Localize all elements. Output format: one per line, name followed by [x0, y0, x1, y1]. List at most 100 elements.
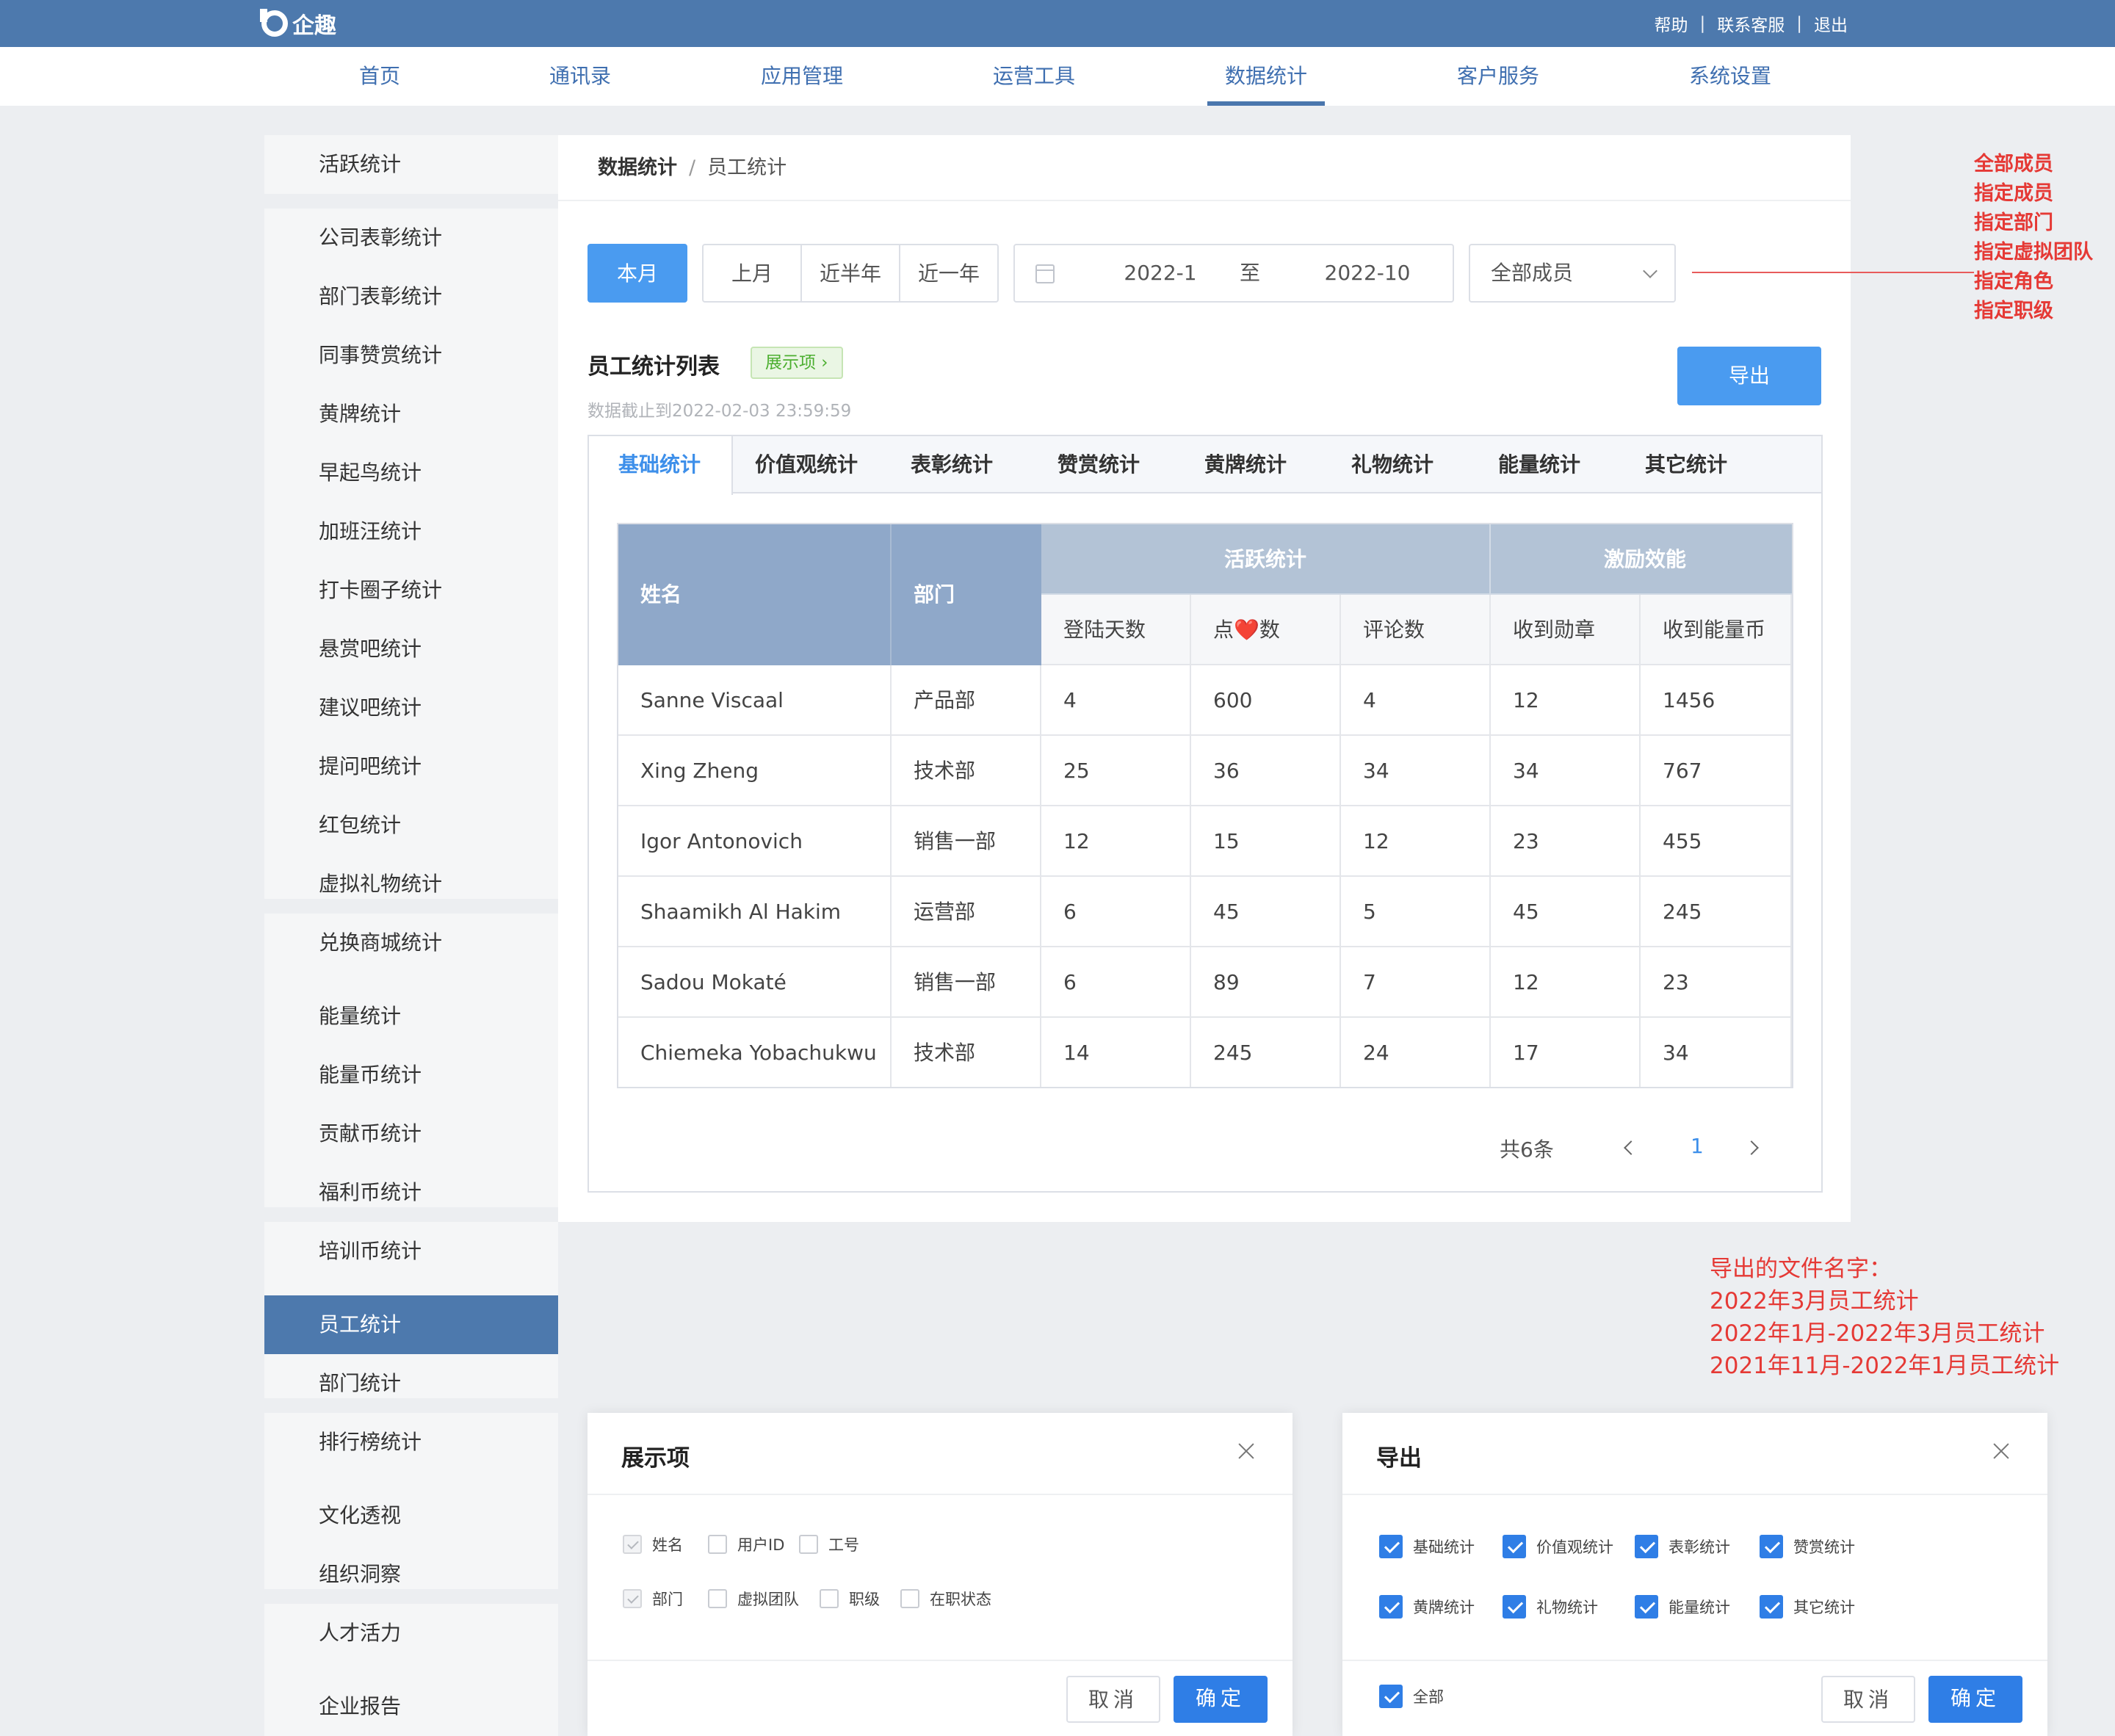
checkbox[interactable] [820, 1589, 839, 1608]
chevron-right-icon[interactable] [1744, 1140, 1759, 1155]
sidebar-item-org-insight[interactable]: 组织洞察 [264, 1545, 558, 1604]
option-employment-status[interactable]: 在职状态 [900, 1588, 991, 1610]
checkbox-checked[interactable] [1503, 1535, 1526, 1558]
range-start-value[interactable]: 2022-1 [1109, 245, 1212, 301]
sidebar-item-employee-stats[interactable]: 员工统计 [264, 1295, 558, 1354]
tab-yellow-card-stats[interactable]: 黄牌统计 [1204, 436, 1287, 493]
option-virtual-team[interactable]: 虚拟团队 [708, 1588, 799, 1610]
nav-item-app-management[interactable]: 应用管理 [756, 47, 847, 106]
checkbox-checked[interactable] [1503, 1595, 1526, 1619]
nav-item-home[interactable]: 首页 [345, 47, 414, 106]
sidebar-item-energy[interactable]: 能量统计 [264, 987, 558, 1046]
pagination-current-page[interactable]: 1 [1691, 1134, 1704, 1158]
breadcrumb-parent[interactable]: 数据统计 [598, 156, 677, 179]
logo-icon [260, 9, 288, 37]
sidebar-item-redeem-mall[interactable]: 兑换商城统计 [264, 914, 558, 972]
checkbox-checked[interactable] [1760, 1535, 1783, 1558]
tab-energy-stats[interactable]: 能量统计 [1498, 436, 1580, 493]
nav-item-operation-tools[interactable]: 运营工具 [988, 47, 1080, 106]
export-option-praise[interactable]: 赞赏统计 [1760, 1535, 1855, 1558]
checkbox[interactable] [708, 1589, 727, 1608]
option-name[interactable]: 姓名 [623, 1533, 683, 1555]
export-option-commendation[interactable]: 表彰统计 [1635, 1535, 1730, 1558]
help-link[interactable]: 帮助 [1655, 11, 1688, 36]
sidebar-item-suggestion[interactable]: 建议吧统计 [264, 679, 558, 737]
display-items-tag[interactable]: 展示项 › [751, 347, 843, 379]
sidebar-item-talent-vitality[interactable]: 人才活力 [264, 1604, 558, 1663]
checkbox-checked[interactable] [1379, 1595, 1403, 1619]
option-dept[interactable]: 部门 [623, 1588, 683, 1610]
sidebar-item-yellow-card[interactable]: 黄牌统计 [264, 385, 558, 444]
option-label: 基础统计 [1413, 1538, 1475, 1556]
checkbox-checked[interactable] [1379, 1535, 1403, 1558]
sidebar-item-dept-stats[interactable]: 部门统计 [264, 1354, 558, 1413]
sidebar-item-leaderboard[interactable]: 排行榜统计 [264, 1413, 558, 1472]
sidebar-item-virtual-gift[interactable]: 虚拟礼物统计 [264, 855, 558, 914]
range-end-value[interactable]: 2022-10 [1294, 245, 1441, 301]
cell-login-days: 25 [1041, 736, 1191, 806]
export-option-basic[interactable]: 基础统计 [1379, 1535, 1475, 1558]
export-option-energy[interactable]: 能量统计 [1635, 1595, 1730, 1619]
tab-praise-stats[interactable]: 赞赏统计 [1058, 436, 1140, 493]
logout-link[interactable]: 退出 [1814, 11, 1848, 36]
checkbox[interactable] [708, 1535, 727, 1554]
date-range-picker[interactable]: 2022-1 至 2022-10 [1013, 244, 1454, 303]
checkbox-checked[interactable] [1760, 1595, 1783, 1619]
export-option-yellow-card[interactable]: 黄牌统计 [1379, 1595, 1475, 1619]
sidebar-item-red-packet[interactable]: 红包统计 [264, 796, 558, 855]
contact-support-link[interactable]: 联系客服 [1717, 11, 1785, 36]
nav-item-data-statistics[interactable]: 数据统计 [1221, 47, 1312, 106]
close-icon[interactable] [1993, 1442, 2009, 1458]
option-employee-no[interactable]: 工号 [799, 1533, 859, 1555]
sidebar-item-question[interactable]: 提问吧统计 [264, 737, 558, 796]
sidebar-item-energy-coin[interactable]: 能量币统计 [264, 1046, 558, 1104]
sidebar-item-bounty[interactable]: 悬赏吧统计 [264, 620, 558, 679]
checkbox[interactable] [900, 1589, 919, 1608]
divider [1342, 1660, 2047, 1661]
period-this-month-button[interactable]: 本月 [588, 244, 687, 303]
confirm-button[interactable]: 确定 [1928, 1676, 2022, 1723]
tab-commendation-stats[interactable]: 表彰统计 [911, 436, 993, 493]
checkbox[interactable] [799, 1535, 818, 1554]
close-icon[interactable] [1238, 1442, 1254, 1458]
export-option-other[interactable]: 其它统计 [1760, 1595, 1855, 1619]
period-half-year-button[interactable]: 近半年 [800, 244, 900, 303]
checkbox-checked[interactable] [1635, 1595, 1658, 1619]
nav-item-customer-service[interactable]: 客户服务 [1453, 47, 1544, 106]
nav-item-contacts[interactable]: 通讯录 [543, 47, 617, 106]
app-logo[interactable]: 企趣 [260, 9, 336, 39]
option-job-level[interactable]: 职级 [820, 1588, 880, 1610]
sidebar-item-training-coin[interactable]: 培训币统计 [264, 1222, 558, 1281]
confirm-button[interactable]: 确定 [1174, 1676, 1268, 1723]
export-option-gift[interactable]: 礼物统计 [1503, 1595, 1598, 1619]
export-option-all[interactable]: 全部 [1379, 1685, 1444, 1708]
cancel-button[interactable]: 取消 [1066, 1676, 1160, 1723]
cancel-button[interactable]: 取消 [1821, 1676, 1915, 1723]
chevron-left-icon[interactable] [1624, 1140, 1638, 1155]
member-scope-select[interactable]: 全部成员 [1469, 244, 1676, 303]
period-last-month-button[interactable]: 上月 [702, 244, 802, 303]
tab-other-stats[interactable]: 其它统计 [1645, 436, 1727, 493]
sidebar-item-welfare-coin[interactable]: 福利币统计 [264, 1163, 558, 1222]
export-option-values[interactable]: 价值观统计 [1503, 1535, 1613, 1558]
tab-basic-stats[interactable]: 基础统计 [589, 436, 733, 495]
period-one-year-button[interactable]: 近一年 [899, 244, 999, 303]
nav-active-indicator [1207, 101, 1325, 106]
tab-values-stats[interactable]: 价值观统计 [755, 436, 858, 493]
sidebar-item-peer-praise[interactable]: 同事赞赏统计 [264, 326, 558, 385]
option-user-id[interactable]: 用户ID [708, 1533, 784, 1555]
sidebar-item-company-report[interactable]: 企业报告 [264, 1677, 558, 1736]
checkbox-checked[interactable] [1635, 1535, 1658, 1558]
sidebar-item-overtime[interactable]: 加班汪统计 [264, 502, 558, 561]
export-button[interactable]: 导出 [1677, 347, 1821, 405]
sidebar-item-culture-insight[interactable]: 文化透视 [264, 1486, 558, 1545]
checkbox-checked[interactable] [1379, 1685, 1403, 1708]
sidebar-item-activity[interactable]: 活跃统计 [264, 135, 558, 194]
sidebar-item-early-bird[interactable]: 早起鸟统计 [264, 444, 558, 502]
tab-gift-stats[interactable]: 礼物统计 [1351, 436, 1434, 493]
sidebar-item-contribution-coin[interactable]: 贡献币统计 [264, 1104, 558, 1163]
sidebar-item-company-commendation[interactable]: 公司表彰统计 [264, 209, 558, 267]
sidebar-item-dept-commendation[interactable]: 部门表彰统计 [264, 267, 558, 326]
sidebar-item-checkin-circle[interactable]: 打卡圈子统计 [264, 561, 558, 620]
nav-item-system-settings[interactable]: 系统设置 [1685, 47, 1776, 106]
